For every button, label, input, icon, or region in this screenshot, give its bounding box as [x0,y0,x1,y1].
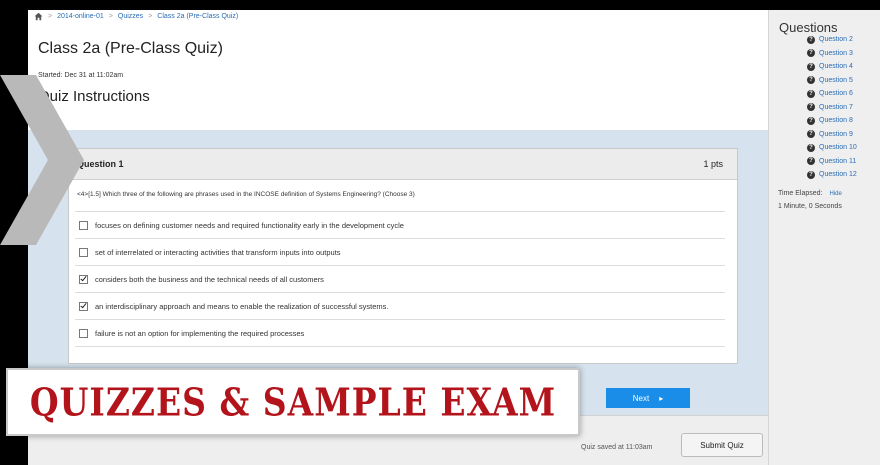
quiz-title: Class 2a (Pre-Class Quiz) [38,40,223,57]
question-points: 1 pts [703,159,723,169]
question-nav-item[interactable]: ? Question 12 [807,168,857,182]
breadcrumb-separator: > [108,13,113,20]
answer-label[interactable]: failure is not an option for implementin… [95,329,304,338]
question-nav-item[interactable]: ? Question 8 [807,114,857,128]
promo-banner: QUIZZES & SAMPLE EXAM [6,368,580,436]
answer-option[interactable]: an interdisciplinary approach and means … [75,292,725,319]
answer-label[interactable]: focuses on defining customer needs and r… [95,221,404,230]
breadcrumb-separator: > [148,13,153,20]
question-nav-label[interactable]: Question 8 [819,117,853,124]
question-nav-label[interactable]: Question 7 [819,104,853,111]
breadcrumb-separator: > [48,13,53,20]
chevron-right-icon [0,75,84,245]
breadcrumb-course-link[interactable]: 2014-online-01 [57,13,104,20]
answer-label[interactable]: an interdisciplinary approach and means … [95,302,389,311]
question-nav-label[interactable]: Question 12 [819,171,857,178]
quiz-saved-status: Quiz saved at 11:03am [581,444,653,451]
question-header: Question 1 1 pts [69,149,737,180]
answer-option[interactable]: considers both the business and the tech… [75,265,725,292]
breadcrumb-quizzes-link[interactable]: Quizzes [118,13,143,20]
question-nav-label[interactable]: Question 6 [819,90,853,97]
answer-checkbox[interactable] [79,247,88,257]
answer-option[interactable]: set of interrelated or interacting activ… [75,238,725,265]
time-elapsed-value: 1 Minute, 0 Seconds [778,203,842,210]
question-nav-label[interactable]: Question 10 [819,144,857,151]
question-mark-circle-icon: ? [807,36,815,44]
question-nav-label[interactable]: Question 2 [819,36,853,43]
home-icon[interactable] [34,12,43,21]
question-nav-label[interactable]: Question 3 [819,50,853,57]
question-nav-item[interactable]: ? Question 6 [807,87,857,101]
banner-text: QUIZZES & SAMPLE EXAM [29,379,557,425]
time-elapsed-label: Time Elapsed: Hide [778,190,842,197]
answer-option[interactable]: focuses on defining customer needs and r… [75,211,725,238]
question-nav-item[interactable]: ? Question 3 [807,47,857,61]
chevron-right-icon: ▸ [659,393,664,403]
question-mark-circle-icon: ? [807,49,815,58]
questions-sidebar: Questions ? Question 2? Question 3? Questio… [768,10,880,465]
answer-option[interactable]: failure is not an option for implementin… [75,319,725,347]
answer-checkbox[interactable] [79,274,88,284]
question-nav-label[interactable]: Question 9 [819,131,853,138]
question-nav-label[interactable]: Question 4 [819,63,853,70]
question-nav-list[interactable]: ? Question 2? Question 3? Question 4? Questi… [807,36,880,183]
question-mark-circle-icon: ? [807,62,815,71]
time-elapsed-text: Time Elapsed: [778,190,823,197]
answer-label[interactable]: considers both the business and the tech… [95,275,324,284]
question-nav-item[interactable]: ? Question 4 [807,60,857,74]
answer-list: focuses on defining customer needs and r… [75,211,725,347]
question-mark-circle-icon: ? [807,116,815,125]
submit-quiz-button[interactable]: Submit Quiz [681,433,763,457]
question-mark-circle-icon: ? [807,130,815,139]
question-mark-circle-icon: ? [807,157,815,166]
sidebar-title: Questions [779,20,838,35]
question-card: Question 1 1 pts <4>[1.5] Which three of… [68,148,738,364]
breadcrumb: > 2014-online-01 > Quizzes > Class 2a (P… [34,12,238,21]
question-mark-circle-icon: ? [807,170,815,179]
question-nav-label[interactable]: Question 11 [819,158,856,165]
question-nav-item[interactable]: ? Question 10 [807,141,857,155]
question-nav-item[interactable]: ? Question 2 [807,36,857,47]
question-mark-circle-icon: ? [807,143,815,152]
question-mark-circle-icon: ? [807,89,815,98]
question-nav-item[interactable]: ? Question 5 [807,74,857,88]
answer-label[interactable]: set of interrelated or interacting activ… [95,248,341,257]
next-button[interactable]: Next ▸ [606,388,690,408]
breadcrumb-current-quiz-link[interactable]: Class 2a (Pre-Class Quiz) [157,13,238,20]
question-mark-circle-icon: ? [807,103,815,112]
question-nav-item[interactable]: ? Question 9 [807,128,857,142]
question-text: <4>[1.5] Which three of the following ar… [77,191,415,198]
question-nav-label[interactable]: Question 5 [819,77,853,84]
next-button-label: Next [632,393,650,403]
answer-checkbox[interactable] [79,328,88,338]
answer-checkbox[interactable] [79,301,88,311]
question-nav-item[interactable]: ? Question 7 [807,101,857,115]
question-mark-circle-icon: ? [807,76,815,85]
hide-timer-link[interactable]: Hide [829,191,841,197]
question-nav-item[interactable]: ? Question 11 [807,155,857,169]
